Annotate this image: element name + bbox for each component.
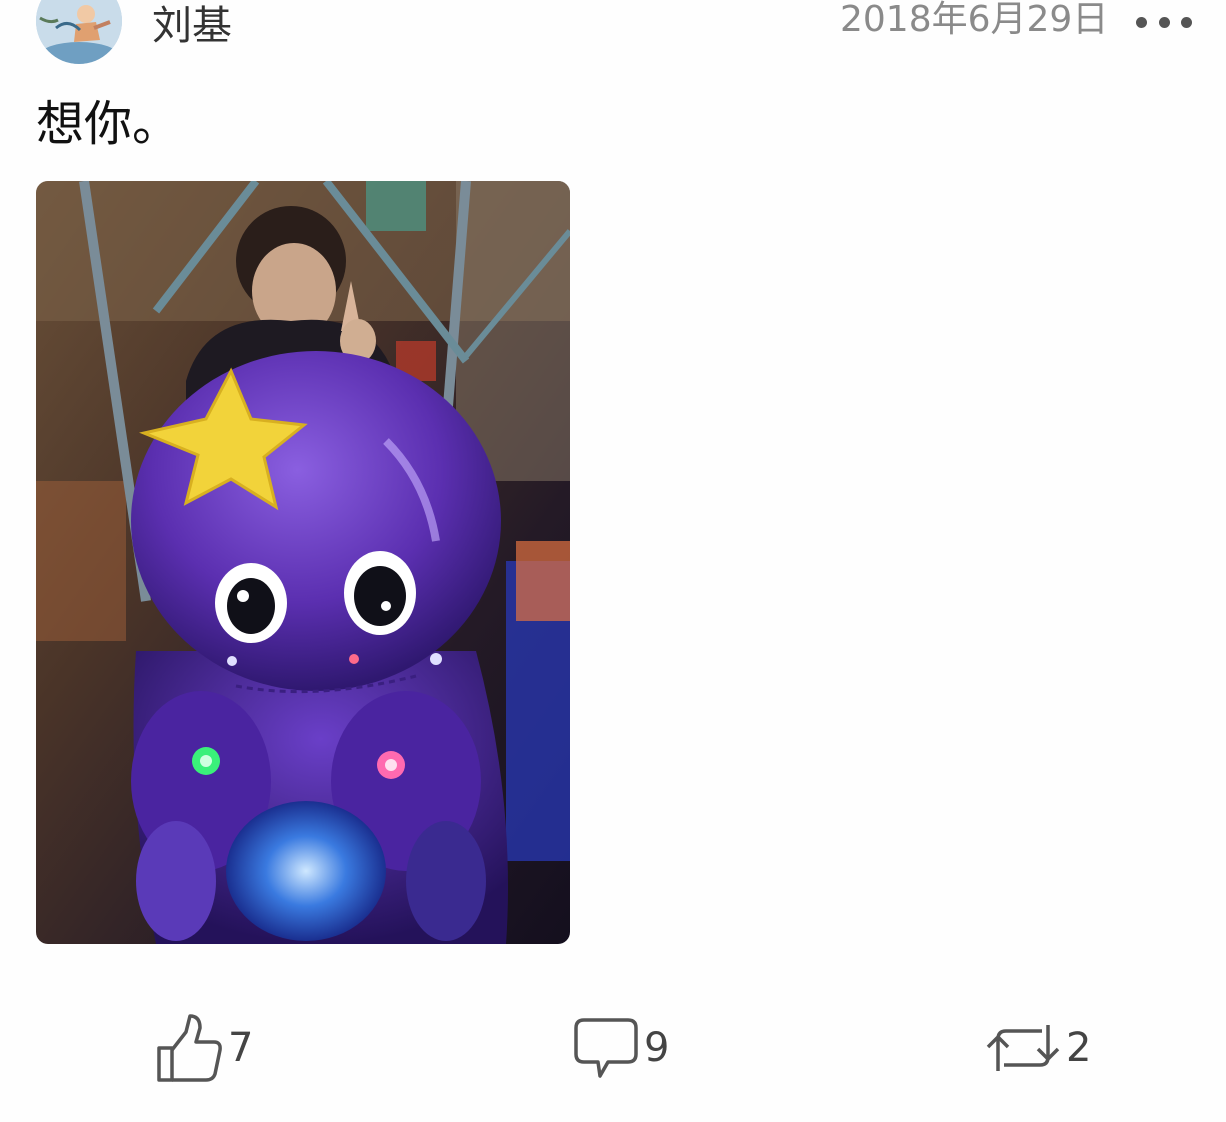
- author-avatar[interactable]: [36, 0, 122, 64]
- author-name[interactable]: 刘基: [152, 4, 232, 48]
- cartoon-avatar-icon: [36, 0, 122, 64]
- repost-button[interactable]: 2: [984, 1012, 1091, 1084]
- like-button[interactable]: 7: [154, 1012, 253, 1084]
- more-options-button[interactable]: [1136, 10, 1192, 34]
- repost-count: 2: [1066, 1025, 1092, 1071]
- weibo-post: 刘基 2018年6月29日 想你。 7 9 2: [0, 0, 1226, 1122]
- dot-icon: [1158, 16, 1170, 28]
- repost-arrows-icon: [986, 1025, 1060, 1071]
- post-date: 2018年6月29日: [840, 0, 1109, 40]
- comment-button[interactable]: 9: [572, 1012, 669, 1084]
- post-text: 想你。: [36, 96, 181, 152]
- dot-icon: [1181, 16, 1192, 28]
- like-count: 7: [228, 1025, 254, 1071]
- thumbs-up-icon: [157, 1014, 222, 1082]
- post-photo[interactable]: [36, 181, 570, 944]
- octopus-ride-photo-icon: [36, 181, 570, 944]
- comment-count: 9: [644, 1025, 670, 1071]
- comment-bubble-icon: [574, 1018, 638, 1078]
- dot-icon: [1136, 16, 1147, 28]
